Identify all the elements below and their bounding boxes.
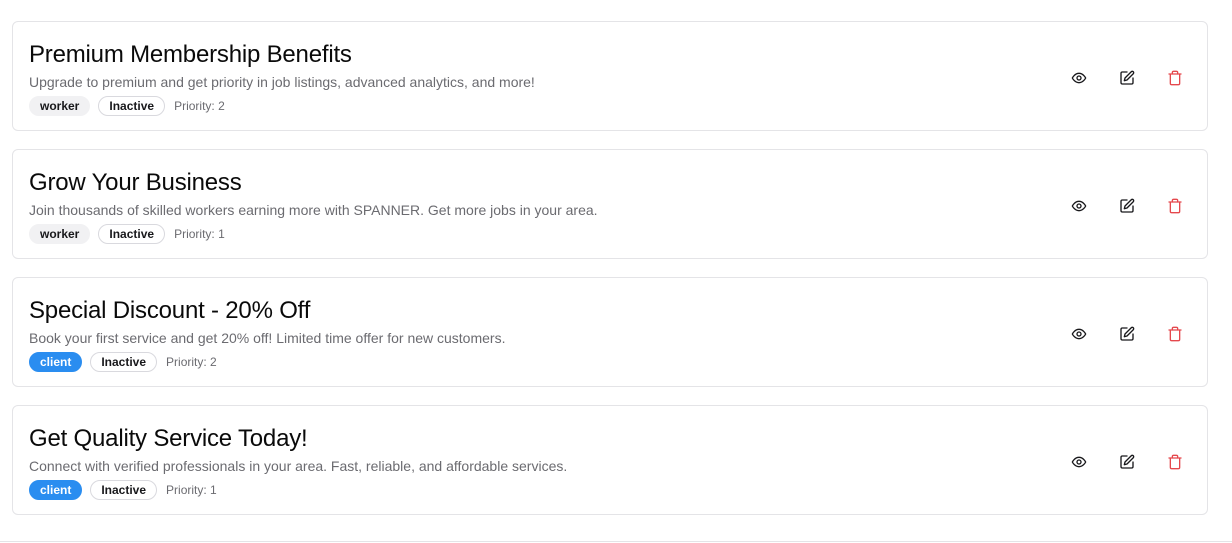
banner-description: Upgrade to premium and get priority in j…	[29, 74, 535, 90]
edit-button[interactable]	[1111, 318, 1143, 350]
banner-badges: client Inactive Priority: 2	[29, 351, 217, 373]
delete-button[interactable]	[1159, 446, 1191, 478]
banner-actions	[1047, 446, 1191, 478]
banner-title: Premium Membership Benefits	[29, 41, 352, 68]
view-button[interactable]	[1063, 190, 1095, 222]
view-button[interactable]	[1063, 446, 1095, 478]
trash-icon	[1168, 326, 1182, 342]
priority-label: Priority: 1	[174, 227, 225, 241]
eye-icon	[1071, 456, 1087, 468]
role-badge: client	[29, 480, 83, 500]
eye-icon	[1071, 328, 1087, 340]
edit-icon	[1120, 198, 1135, 213]
edit-icon	[1120, 326, 1135, 341]
role-badge: worker	[29, 96, 91, 116]
banner-actions	[1047, 190, 1191, 222]
view-button[interactable]	[1063, 318, 1095, 350]
banner-card: Get Quality Service Today! Connect with …	[12, 405, 1208, 515]
edit-button[interactable]	[1111, 446, 1143, 478]
status-badge: Inactive	[90, 480, 158, 500]
banner-title: Get Quality Service Today!	[29, 425, 308, 452]
edit-icon	[1120, 70, 1135, 85]
edit-button[interactable]	[1111, 190, 1143, 222]
priority-label: Priority: 1	[166, 483, 217, 497]
banner-actions	[1047, 318, 1191, 350]
divider	[0, 541, 1232, 542]
role-badge: client	[29, 352, 83, 372]
banner-badges: worker Inactive Priority: 1	[29, 223, 225, 245]
priority-label: Priority: 2	[174, 99, 225, 113]
banner-title: Special Discount - 20% Off	[29, 297, 311, 324]
eye-icon	[1071, 200, 1087, 212]
banner-description: Connect with verified professionals in y…	[29, 458, 568, 474]
trash-icon	[1168, 70, 1182, 86]
status-badge: Inactive	[98, 224, 166, 244]
banner-description: Book your first service and get 20% off!…	[29, 330, 506, 346]
banner-card: Grow Your Business Join thousands of ski…	[12, 149, 1208, 259]
banner-list: Premium Membership Benefits Upgrade to p…	[0, 0, 1232, 543]
banner-badges: worker Inactive Priority: 2	[29, 95, 225, 117]
role-badge: worker	[29, 224, 91, 244]
trash-icon	[1168, 198, 1182, 214]
edit-icon	[1120, 454, 1135, 469]
trash-icon	[1168, 454, 1182, 470]
eye-icon	[1071, 72, 1087, 84]
banner-badges: client Inactive Priority: 1	[29, 479, 217, 501]
status-badge: Inactive	[90, 352, 158, 372]
priority-label: Priority: 2	[166, 355, 217, 369]
status-badge: Inactive	[98, 96, 166, 116]
edit-button[interactable]	[1111, 62, 1143, 94]
banner-card: Special Discount - 20% Off Book your fir…	[12, 277, 1208, 387]
banner-card: Premium Membership Benefits Upgrade to p…	[12, 21, 1208, 131]
delete-button[interactable]	[1159, 318, 1191, 350]
banner-title: Grow Your Business	[29, 169, 242, 196]
delete-button[interactable]	[1159, 62, 1191, 94]
banner-actions	[1047, 62, 1191, 94]
view-button[interactable]	[1063, 62, 1095, 94]
banner-description: Join thousands of skilled workers earnin…	[29, 202, 598, 218]
delete-button[interactable]	[1159, 190, 1191, 222]
